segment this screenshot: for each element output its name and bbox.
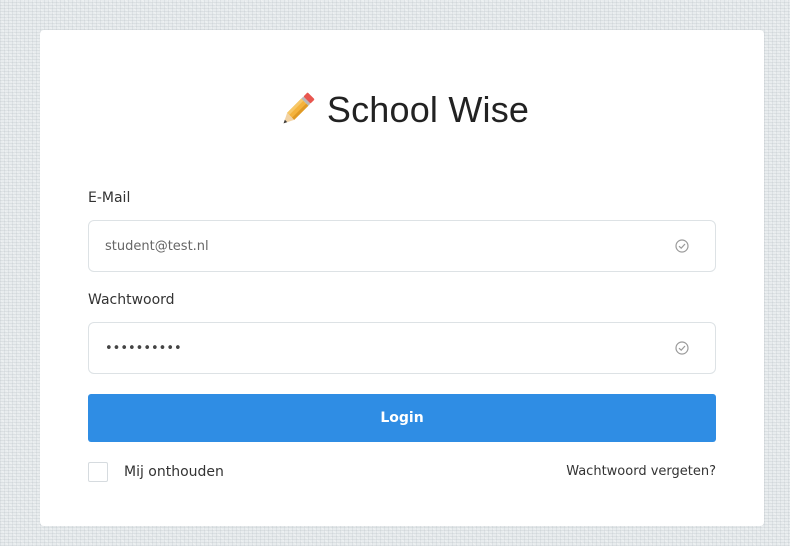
- password-input[interactable]: [105, 323, 665, 373]
- email-field-wrapper: [88, 220, 716, 272]
- email-input[interactable]: [105, 221, 665, 271]
- check-circle-icon: [675, 341, 689, 355]
- password-label: Wachtwoord: [88, 292, 175, 308]
- email-label: E-Mail: [88, 190, 131, 206]
- brand-header: School Wise: [40, 86, 764, 134]
- remember-me[interactable]: Mij onthouden: [88, 462, 224, 482]
- login-button[interactable]: Login: [88, 394, 716, 442]
- check-circle-icon: [675, 239, 689, 253]
- password-field-wrapper: [88, 322, 716, 374]
- remember-label: Mij onthouden: [124, 464, 224, 480]
- remember-checkbox[interactable]: [88, 462, 108, 482]
- login-card: School Wise E-Mail Wachtwoord Login Mij …: [40, 30, 764, 526]
- pencil-icon: [283, 92, 315, 124]
- forgot-password-link[interactable]: Wachtwoord vergeten?: [566, 464, 716, 479]
- app-title: School Wise: [326, 89, 530, 130]
